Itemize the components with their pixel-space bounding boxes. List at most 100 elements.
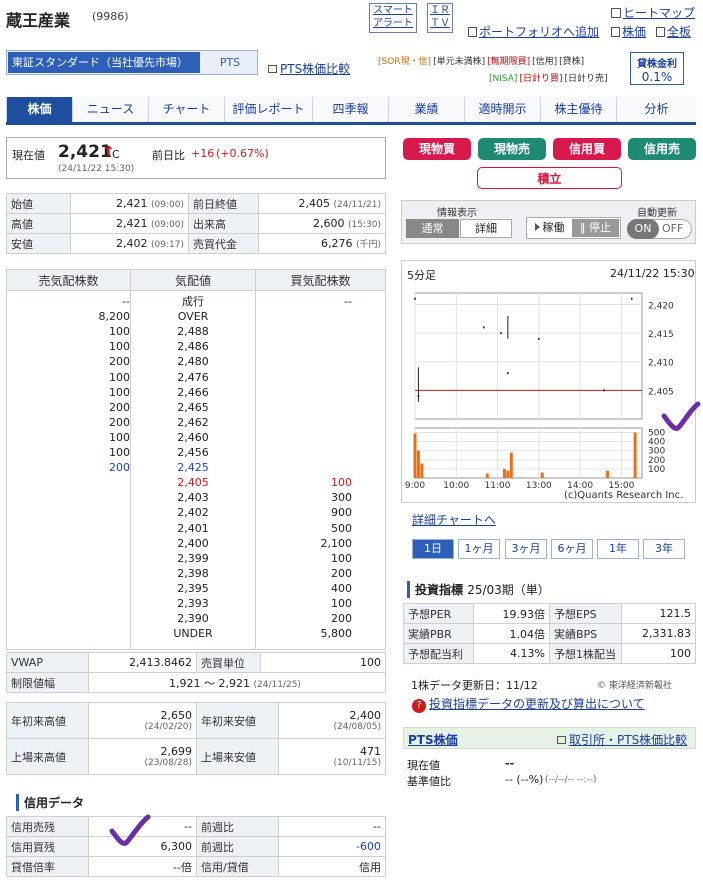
volume-bar: [416, 450, 420, 478]
quote-price: 2,465: [177, 400, 209, 414]
portfolio-add-link[interactable]: ポートフォリオへ追加: [468, 23, 599, 40]
vwap-label: VWAP: [6, 652, 89, 673]
ask-qty: [8, 490, 130, 505]
accumulate-button[interactable]: 積立: [477, 167, 622, 189]
ohlc-row: 始値 2,421 (09:00) 前日終値 2,405 (24/11/21): [6, 193, 386, 214]
tab-analysis[interactable]: 分析: [616, 97, 696, 122]
tab-benefits[interactable]: 株主優待: [540, 97, 616, 122]
turnover-amount: 6,276: [320, 237, 353, 250]
info-display-label: 情報表示: [437, 208, 477, 219]
irtv-label-1: ＩＲ: [430, 5, 450, 16]
quote-price: 2,460: [177, 430, 209, 444]
display-detail-button[interactable]: 詳細: [460, 219, 512, 238]
margin-buy-balance-label: 信用買残: [6, 836, 89, 857]
pts-base-time: (--/--/-- --:--): [545, 775, 597, 785]
pts-compare-link[interactable]: PTS株価比較: [268, 60, 350, 77]
pts-title[interactable]: PTS株価: [408, 731, 458, 748]
ytd-low-date: (24/08/05): [333, 722, 381, 732]
stop-button[interactable]: ‖ 停止: [572, 219, 619, 237]
dividend-value: 100: [621, 643, 696, 664]
toggle-off[interactable]: OFF: [662, 222, 683, 235]
indicators-about-link[interactable]: ? 投資指標データの更新及び算出について: [412, 695, 645, 713]
time-tick-label: 9:00: [405, 481, 425, 490]
high-low-table: 年初来高値 2,650 (24/02/20) 年初来安値 2,400 (24/08/…: [6, 702, 386, 775]
bid-qty: [256, 460, 352, 475]
range-1d[interactable]: 1日: [412, 539, 454, 559]
ask-qty: 100: [109, 385, 130, 399]
ask-qty: --: [122, 295, 130, 308]
run-button[interactable]: 稼働: [528, 219, 571, 237]
smart-alert-label-1: スマート: [373, 5, 413, 16]
volume-bar: [420, 463, 424, 478]
prev-close-date: (24/11/21): [333, 200, 381, 210]
market-tse-standard[interactable]: 東証スタンダード（当社優先市場）: [8, 52, 200, 73]
tab-results[interactable]: 業績: [388, 97, 464, 122]
bid-qty: [256, 309, 352, 324]
tab-rating-report[interactable]: 評価レポート: [224, 97, 312, 122]
volume-bar: [606, 470, 610, 478]
range-3m[interactable]: 3ヶ月: [505, 539, 547, 559]
open-price: 2,421: [116, 197, 148, 210]
tab-news[interactable]: ニュース: [72, 97, 148, 122]
price-point: [414, 297, 416, 300]
change-label: 前日比: [152, 149, 185, 162]
window-icon: [557, 736, 566, 744]
indicator-row: 予想配当利 4.13% 予想1株配当 100: [403, 643, 696, 664]
full-board-link[interactable]: 全板: [656, 23, 691, 40]
range-1m[interactable]: 1ヶ月: [458, 539, 500, 559]
ask-qty: 200: [109, 355, 130, 369]
volume-bar: [506, 470, 510, 478]
quote-price: 2,403: [177, 491, 209, 505]
prev-close-label: 前日終値: [188, 193, 259, 214]
stock-price-link[interactable]: 株価: [611, 23, 646, 40]
tab-chart[interactable]: チャート: [148, 97, 224, 122]
badge-sor: [SOR現・信]: [378, 57, 432, 67]
quote-price: 2,390: [177, 612, 209, 626]
display-normal-button[interactable]: 通常: [406, 219, 459, 238]
margin-buy-button[interactable]: 信用買: [553, 138, 621, 160]
bid-qty: [256, 324, 352, 339]
turnover-label: 売買代金: [188, 233, 259, 254]
badge-nisa: [NISA]: [489, 74, 518, 84]
bid-qty-header: 買気配株数: [255, 269, 386, 291]
range-3y[interactable]: 3年: [643, 539, 685, 559]
ask-qty: [8, 611, 130, 626]
lending-rate-box[interactable]: 貸株金利 0.1%: [630, 52, 684, 85]
spot-sell-button[interactable]: 現物売: [478, 138, 546, 160]
irtv-button[interactable]: ＩＲ ＴＶ: [427, 3, 453, 33]
low-time: (09:17): [151, 240, 184, 250]
heatmap-link[interactable]: ヒートマップ: [611, 4, 695, 21]
toggle-on[interactable]: ON: [627, 219, 659, 239]
weekly-change-label: 前週比: [196, 816, 279, 837]
spot-buy-button[interactable]: 現物買: [403, 138, 471, 160]
ask-qty: [8, 475, 130, 490]
smart-alert-button[interactable]: スマート アラート: [369, 3, 417, 33]
market-pts[interactable]: PTS: [204, 52, 256, 73]
pts-compare-exchange-link[interactable]: 取引所・PTS株価比較: [557, 731, 687, 748]
indicator-row: 予想PER 19.93倍 予想EPS 121.5: [403, 603, 696, 624]
checkmark-stroke: [661, 401, 701, 431]
quote-price: 2,401: [177, 521, 209, 535]
loan-ratio-value: --倍: [88, 856, 197, 877]
stock-code: (9986): [92, 10, 129, 23]
badges-row-1: [SOR現・信] [単元未満株] [無期限買] [信用] [貸株]: [378, 54, 586, 67]
stop-label: 停止: [589, 221, 611, 234]
ytd-low-label: 年初来安値: [196, 702, 279, 739]
price-point: [630, 297, 633, 300]
intraday-chart: 2,420 2,415 2,410 2,405 9:00 10:00 11:00 13:00 1…: [405, 292, 674, 490]
bid-qty: [256, 354, 352, 369]
range-1y[interactable]: 1年: [597, 539, 639, 559]
tab-disclosure[interactable]: 適時開示: [464, 97, 540, 122]
chart-datetime: 24/11/22 15:30: [610, 267, 695, 280]
volume-bar: [502, 468, 506, 478]
company-name: 蔵王産業: [6, 11, 71, 30]
alltime-high-value: 2,699: [160, 745, 193, 758]
margin-sell-button[interactable]: 信用売: [628, 138, 696, 160]
volume-tick-label: 100: [648, 465, 665, 475]
tab-price[interactable]: 株価: [6, 97, 72, 122]
range-6m[interactable]: 6ヶ月: [551, 539, 593, 559]
detail-chart-link[interactable]: 詳細チャートへ: [412, 511, 496, 528]
ohlc-row: 安値 2,402 (09:17) 売買代金 6,276 (千円): [6, 233, 386, 254]
ask-qty: [8, 551, 130, 566]
tab-shikiho[interactable]: 四季報: [312, 97, 388, 122]
